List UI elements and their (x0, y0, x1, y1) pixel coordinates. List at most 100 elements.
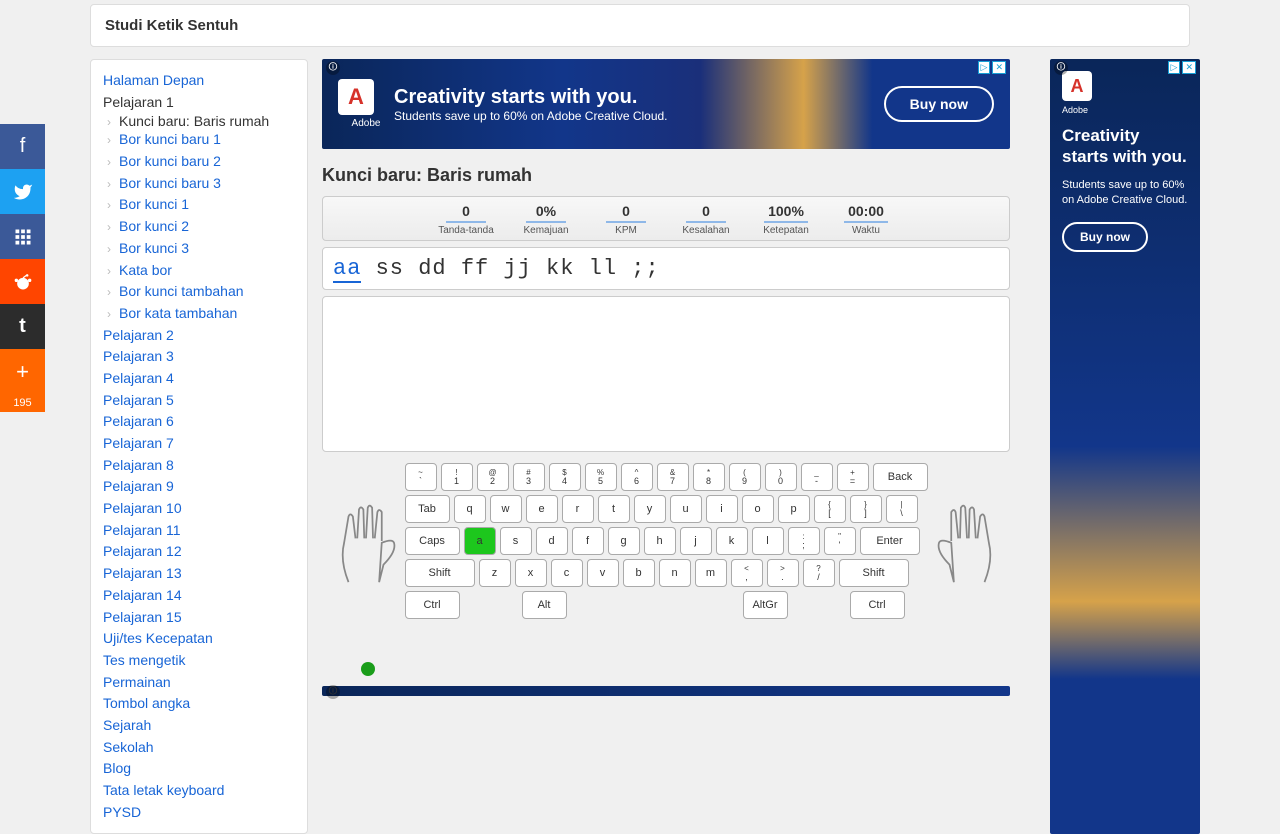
share-facebook[interactable]: f (0, 124, 45, 169)
sidebar-extra-link[interactable]: Sekolah (103, 737, 295, 759)
ad-cta-button[interactable]: Buy now (884, 86, 994, 122)
key: @2 (477, 463, 509, 491)
stat-item: 0Tanda-tanda (431, 203, 501, 236)
nav-home[interactable]: Halaman Depan (103, 70, 295, 92)
sidebar-extra-link[interactable]: Uji/tes Kecepatan (103, 628, 295, 650)
ad-info-icon[interactable]: 🛈 (326, 61, 340, 75)
sidebar-extra-link[interactable]: Tes mengetik (103, 650, 295, 672)
ad-choices-icon[interactable]: ▷ (1168, 61, 1181, 74)
ad-info-icon[interactable]: 🛈 (326, 685, 340, 699)
sidebar-lesson-link[interactable]: Pelajaran 5 (103, 390, 295, 412)
share-tumblr[interactable]: t (0, 304, 45, 349)
ad-cta-button[interactable]: Buy now (1062, 222, 1148, 252)
stat-item: 0 KPM (591, 203, 661, 236)
main-content: 🛈 ▷ ✕ A Adobe Creativity starts with you… (322, 59, 1022, 834)
adobe-brand: Adobe (338, 118, 394, 129)
stat-value: 0 (606, 203, 646, 223)
sidebar-sub-item[interactable]: Bor kunci baru 2 (103, 151, 295, 173)
sidebar-extra-link[interactable]: Sejarah (103, 715, 295, 737)
nav-current-lesson: Pelajaran 1 (103, 92, 295, 114)
share-count: 195 (0, 394, 45, 412)
ad-info-icon[interactable]: 🛈 (1054, 61, 1068, 75)
typing-input[interactable] (322, 296, 1010, 452)
ad-choices-icon[interactable]: ▷ (978, 61, 991, 74)
sidebar-lesson-link[interactable]: Pelajaran 13 (103, 563, 295, 585)
ad-bottom[interactable]: 🛈 (322, 686, 1010, 696)
key: u (670, 495, 702, 523)
stat-label: KPM (591, 225, 661, 236)
stat-label: Kemajuan (511, 225, 581, 236)
sidebar-lesson-link[interactable]: Pelajaran 9 (103, 476, 295, 498)
stat-value: 0 (446, 203, 486, 223)
key-alt: Alt (522, 591, 567, 619)
sidebar-lesson-link[interactable]: Pelajaran 8 (103, 455, 295, 477)
sidebar-sub-item[interactable]: Kata bor (103, 260, 295, 282)
sidebar-extra-link[interactable]: PYSD (103, 802, 295, 824)
key: |\ (886, 495, 918, 523)
sidebar-extra-link[interactable]: Blog (103, 758, 295, 780)
key: {[ (814, 495, 846, 523)
sidebar-sub-item[interactable]: Bor kunci tambahan (103, 281, 295, 303)
key: )0 (765, 463, 797, 491)
stat-value: 00:00 (844, 203, 888, 223)
virtual-keyboard: ~`!1@2#3$4%5^6&7*8(9)0_-+=BackTabqwertyu… (405, 463, 928, 623)
sidebar-extra-link[interactable]: Tata letak keyboard (103, 780, 295, 802)
sidebar-lesson-link[interactable]: Pelajaran 6 (103, 411, 295, 433)
sidebar-lesson-link[interactable]: Pelajaran 14 (103, 585, 295, 607)
key: z (479, 559, 511, 587)
reddit-icon (13, 272, 33, 292)
twitter-icon (13, 182, 33, 202)
key: m (695, 559, 727, 587)
ad-right[interactable]: ▷ ✕ 🛈 A Adobe Creativity starts with you… (1050, 59, 1200, 834)
key-ctrl: Ctrl (405, 591, 460, 619)
lesson-title: Kunci baru: Baris rumah (322, 165, 1022, 186)
ad-close-icon[interactable]: ✕ (992, 61, 1006, 74)
key-s: s (500, 527, 532, 555)
key: q (454, 495, 486, 523)
sidebar-sub-item[interactable]: Bor kunci 2 (103, 216, 295, 238)
key-j: j (680, 527, 712, 555)
key: _- (801, 463, 833, 491)
stat-value: 100% (764, 203, 808, 223)
sidebar-lesson-link[interactable]: Pelajaran 4 (103, 368, 295, 390)
sidebar-extra-link[interactable]: Permainan (103, 672, 295, 694)
right-hand-icon (932, 499, 1002, 590)
sidebar-lesson-link[interactable]: Pelajaran 11 (103, 520, 295, 542)
key: <, (731, 559, 763, 587)
key: ^6 (621, 463, 653, 491)
key: y (634, 495, 666, 523)
share-more[interactable]: + (0, 349, 45, 394)
sidebar-lesson-link[interactable]: Pelajaran 7 (103, 433, 295, 455)
key-a: a (464, 527, 496, 555)
key: "' (824, 527, 856, 555)
adobe-logo: A (1062, 71, 1092, 101)
sidebar-lesson-link[interactable]: Pelajaran 15 (103, 607, 295, 629)
key: ?/ (803, 559, 835, 587)
sidebar-lesson-link[interactable]: Pelajaran 3 (103, 346, 295, 368)
sidebar-sub-item[interactable]: Bor kunci baru 3 (103, 173, 295, 195)
sidebar-sub-item[interactable]: Bor kata tambahan (103, 303, 295, 325)
share-grid[interactable] (0, 214, 45, 259)
ad-close-icon[interactable]: ✕ (1182, 61, 1196, 74)
key-l: l (752, 527, 784, 555)
sidebar-sub-item[interactable]: Bor kunci 1 (103, 194, 295, 216)
sidebar-extra-link[interactable]: Tombol angka (103, 693, 295, 715)
key: :; (788, 527, 820, 555)
ad-top[interactable]: 🛈 ▷ ✕ A Adobe Creativity starts with you… (322, 59, 1010, 149)
stats-bar: 0Tanda-tanda0%Kemajuan0KPM0Kesalahan100%… (322, 196, 1010, 241)
sidebar-lesson-link[interactable]: Pelajaran 10 (103, 498, 295, 520)
sidebar-sub-item[interactable]: Bor kunci 3 (103, 238, 295, 260)
key-ctrl: Ctrl (850, 591, 905, 619)
left-hand-icon (331, 499, 401, 590)
key: %5 (585, 463, 617, 491)
share-reddit[interactable] (0, 259, 45, 304)
key: x (515, 559, 547, 587)
key-k: k (716, 527, 748, 555)
keyboard-area: ~`!1@2#3$4%5^6&7*8(9)0_-+=BackTabqwertyu… (322, 463, 1010, 676)
adobe-logo: A (338, 79, 374, 115)
share-twitter[interactable] (0, 169, 45, 214)
key-enter: Enter (860, 527, 920, 555)
sidebar-lesson-link[interactable]: Pelajaran 2 (103, 325, 295, 347)
sidebar-lesson-link[interactable]: Pelajaran 12 (103, 541, 295, 563)
sidebar-sub-item[interactable]: Bor kunci baru 1 (103, 129, 295, 151)
